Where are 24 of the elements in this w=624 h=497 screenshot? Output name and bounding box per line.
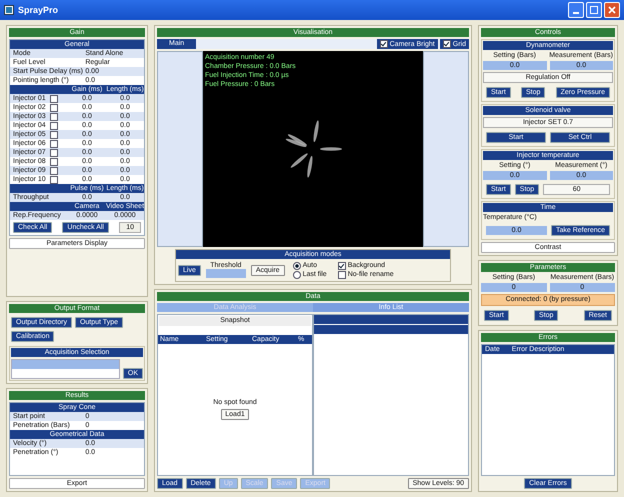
radio-button[interactable] [292, 262, 301, 270]
checkbox[interactable] [338, 270, 346, 278]
checkbox[interactable] [50, 130, 58, 138]
checkbox[interactable] [380, 40, 388, 48]
radio-button[interactable] [292, 270, 301, 278]
checkbox[interactable] [50, 122, 58, 130]
minimize-button[interactable] [568, 2, 584, 18]
checkbox[interactable] [442, 40, 451, 48]
checkbox[interactable] [50, 140, 58, 148]
checkbox[interactable] [50, 158, 58, 166]
maximize-button[interactable] [586, 2, 602, 18]
app-icon [4, 5, 14, 15]
checkbox[interactable] [50, 104, 58, 112]
checkbox[interactable] [50, 176, 58, 184]
checkbox[interactable] [50, 148, 58, 156]
checkbox[interactable] [338, 262, 346, 270]
window-title: SprayPro [18, 5, 58, 15]
checkbox[interactable] [50, 166, 58, 174]
close-icon [608, 6, 616, 14]
maximize-icon [590, 6, 598, 14]
close-button[interactable] [604, 2, 620, 18]
threshold-field[interactable] [206, 269, 246, 278]
checkbox[interactable] [50, 112, 58, 120]
checkbox[interactable] [50, 94, 58, 102]
